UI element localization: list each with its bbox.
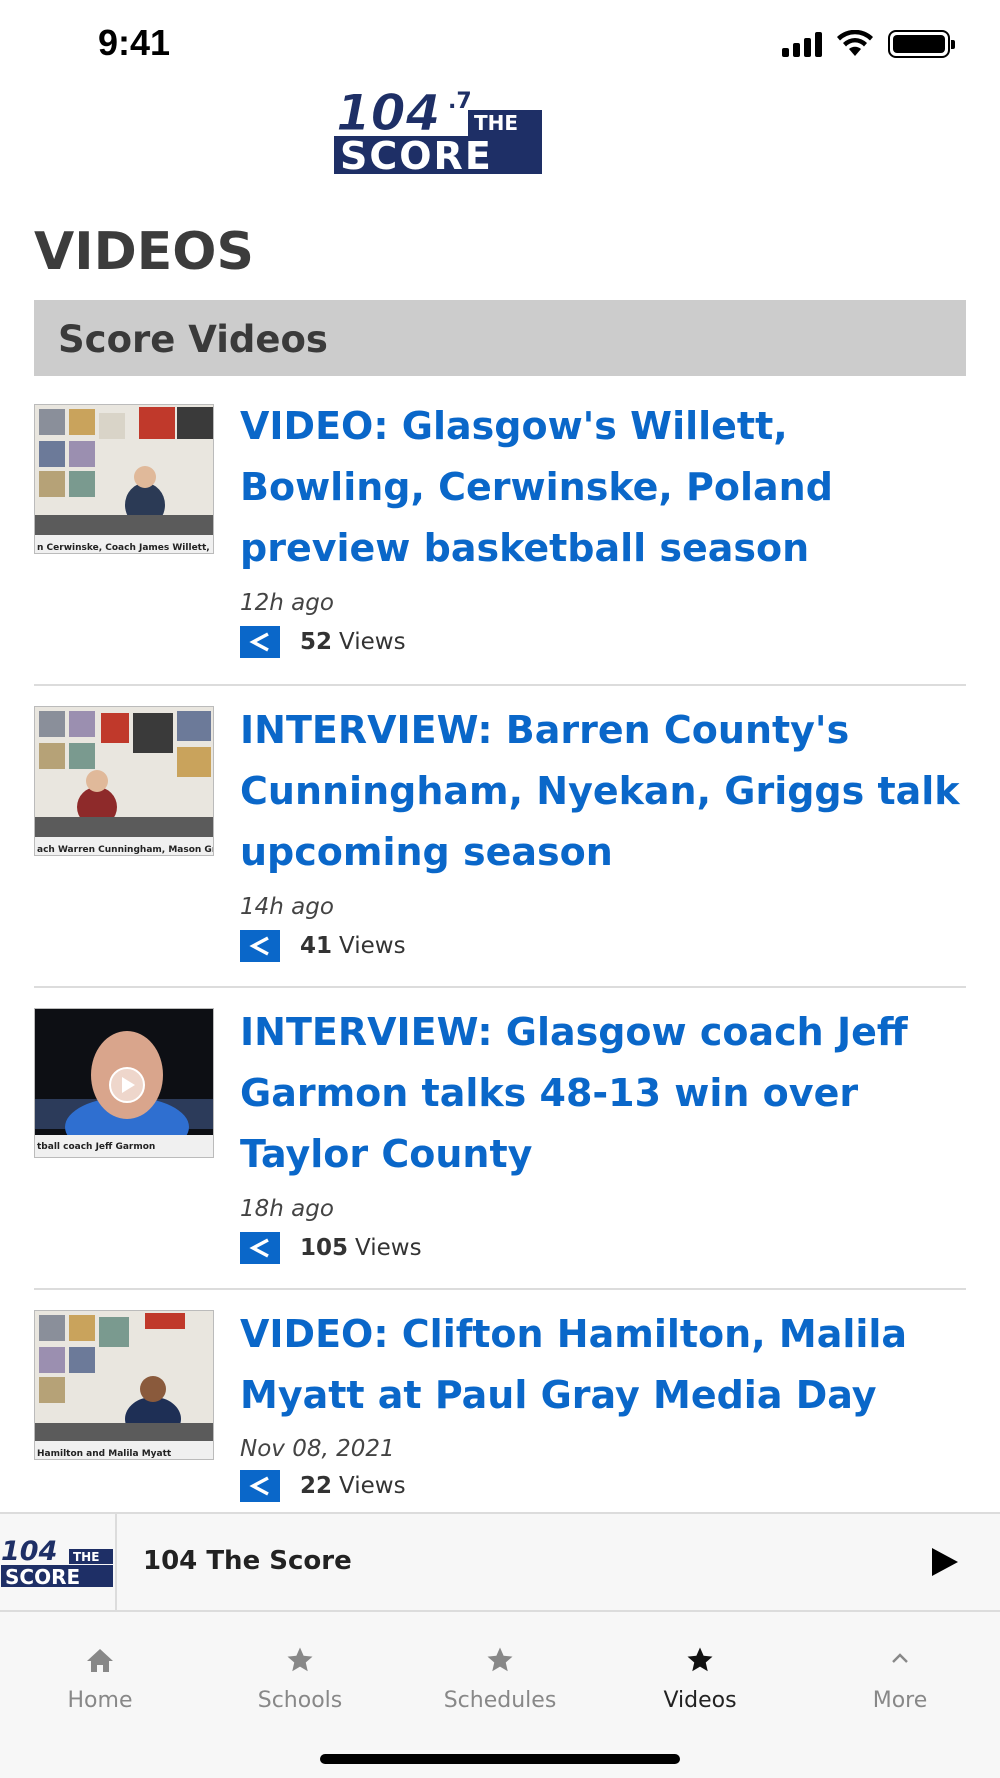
tab-schedules[interactable]: Schedules bbox=[400, 1642, 600, 1713]
tab-label: Schedules bbox=[443, 1688, 557, 1713]
thumbnail-caption: Hamilton and Malila Myatt bbox=[37, 1449, 172, 1459]
thumbnail-caption: n Cerwinske, Coach James Willett, bbox=[37, 543, 210, 553]
tab-label: Schools bbox=[257, 1688, 343, 1713]
video-item[interactable]: n Cerwinske, Coach James Willett, VIDEO:… bbox=[34, 376, 966, 686]
home-icon bbox=[87, 1649, 113, 1672]
section-title: Score Videos bbox=[58, 318, 328, 361]
screen: 9:41 104 .7 THE SCORE VIDEOS Score Video… bbox=[0, 0, 1000, 1778]
video-title[interactable]: INTERVIEW: Barren County's Cunningham, N… bbox=[240, 700, 970, 883]
share-icon[interactable] bbox=[240, 1232, 280, 1264]
video-time: 12h ago bbox=[240, 590, 334, 616]
tab-videos[interactable]: Videos bbox=[600, 1642, 800, 1713]
video-title[interactable]: VIDEO: Clifton Hamilton, Malila Myatt at… bbox=[240, 1304, 970, 1426]
view-count: 41 bbox=[300, 933, 333, 959]
video-list: n Cerwinske, Coach James Willett, VIDEO:… bbox=[34, 376, 966, 1510]
video-thumbnail[interactable]: ach Warren Cunningham, Mason Gri bbox=[34, 706, 214, 856]
svg-text:104: 104 bbox=[1, 1536, 57, 1567]
tab-label: More bbox=[872, 1688, 928, 1713]
svg-text:SCORE: SCORE bbox=[5, 1565, 80, 1588]
star-icon bbox=[687, 1647, 713, 1672]
thumbnail-caption: ach Warren Cunningham, Mason Gri bbox=[37, 845, 214, 855]
tab-home[interactable]: Home bbox=[0, 1642, 200, 1713]
section-header: Score Videos bbox=[34, 300, 966, 376]
chevron-up-icon bbox=[892, 1653, 908, 1663]
video-time: 18h ago bbox=[240, 1196, 334, 1222]
view-label: Views bbox=[355, 1235, 422, 1261]
views-row: 105 Views bbox=[240, 1232, 422, 1264]
views-row: 52 Views bbox=[240, 626, 406, 658]
views-row: 22 Views bbox=[240, 1470, 406, 1502]
status-icons bbox=[782, 30, 955, 58]
play-icon[interactable] bbox=[926, 1544, 962, 1580]
star-icon bbox=[487, 1647, 513, 1672]
battery-icon bbox=[888, 30, 955, 58]
status-time: 9:41 bbox=[98, 22, 171, 63]
video-title[interactable]: VIDEO: Glasgow's Willett, Bowling, Cerwi… bbox=[240, 396, 970, 579]
view-label: Views bbox=[339, 1473, 406, 1499]
view-count: 22 bbox=[300, 1473, 333, 1499]
page-title: VIDEOS bbox=[34, 222, 254, 282]
video-thumbnail[interactable]: tball coach Jeff Garmon bbox=[34, 1008, 214, 1158]
view-count: 52 bbox=[300, 629, 333, 655]
views-row: 41 Views bbox=[240, 930, 406, 962]
status-bar: 9:41 bbox=[0, 0, 1000, 90]
star-icon bbox=[287, 1647, 313, 1672]
svg-text:THE: THE bbox=[73, 1550, 99, 1564]
view-count: 105 bbox=[300, 1235, 349, 1261]
thumbnail-caption: tball coach Jeff Garmon bbox=[37, 1142, 155, 1152]
video-thumbnail-image: ach Warren Cunningham, Mason Gri bbox=[35, 707, 214, 855]
mini-player[interactable]: 104 THE SCORE 104 The Score bbox=[0, 1512, 1000, 1612]
tab-label: Home bbox=[67, 1688, 133, 1713]
video-item[interactable]: ach Warren Cunningham, Mason Gri INTERVI… bbox=[34, 686, 966, 988]
video-thumbnail-image: n Cerwinske, Coach James Willett, bbox=[35, 405, 213, 553]
home-indicator[interactable] bbox=[320, 1754, 680, 1764]
share-icon[interactable] bbox=[240, 626, 280, 658]
view-label: Views bbox=[339, 629, 406, 655]
video-thumbnail-image: tball coach Jeff Garmon bbox=[35, 1009, 213, 1157]
svg-text:SCORE: SCORE bbox=[340, 134, 493, 178]
video-item[interactable]: tball coach Jeff Garmon INTERVIEW: Glasg… bbox=[34, 988, 966, 1290]
tab-schools[interactable]: Schools bbox=[200, 1642, 400, 1713]
player-title: 104 The Score bbox=[143, 1546, 352, 1576]
tab-label: Videos bbox=[663, 1688, 737, 1713]
wifi-icon bbox=[837, 30, 873, 56]
video-thumbnail-image: Hamilton and Malila Myatt bbox=[35, 1311, 213, 1459]
svg-text:THE: THE bbox=[474, 111, 518, 135]
brand-logo: 104 .7 THE SCORE bbox=[334, 86, 542, 178]
video-title[interactable]: INTERVIEW: Glasgow coach Jeff Garmon tal… bbox=[240, 1002, 970, 1185]
video-time: 14h ago bbox=[240, 894, 334, 920]
video-thumbnail[interactable]: n Cerwinske, Coach James Willett, bbox=[34, 404, 214, 554]
tab-more[interactable]: More bbox=[800, 1642, 1000, 1713]
video-time: Nov 08, 2021 bbox=[240, 1436, 395, 1462]
cellular-signal-icon bbox=[782, 31, 822, 57]
view-label: Views bbox=[339, 933, 406, 959]
share-icon[interactable] bbox=[240, 930, 280, 962]
video-thumbnail[interactable]: Hamilton and Malila Myatt bbox=[34, 1310, 214, 1460]
station-logo: 104 THE SCORE bbox=[0, 1514, 117, 1610]
video-item[interactable]: Hamilton and Malila Myatt VIDEO: Clifton… bbox=[34, 1290, 966, 1510]
share-icon[interactable] bbox=[240, 1470, 280, 1502]
